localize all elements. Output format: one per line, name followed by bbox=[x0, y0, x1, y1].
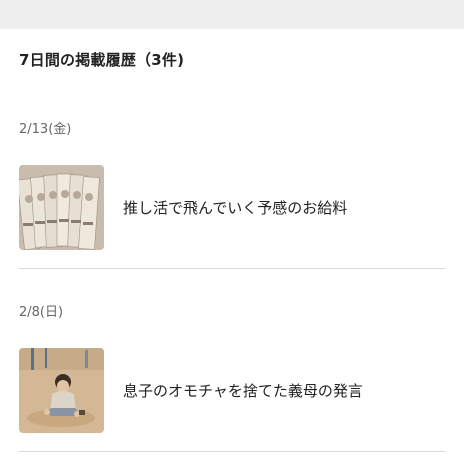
banknotes-photo-icon[interactable] bbox=[19, 165, 104, 250]
divider bbox=[19, 268, 445, 269]
list-item[interactable]: 息子のオモチャを捨てた義母の発言 bbox=[19, 348, 445, 434]
child-playing-sand-photo-icon[interactable] bbox=[19, 348, 104, 433]
entry-headline[interactable]: 息子のオモチャを捨てた義母の発言 bbox=[123, 380, 363, 401]
top-bar bbox=[0, 0, 464, 29]
entry-headline[interactable]: 推し活で飛んでいく予感のお給料 bbox=[123, 197, 347, 218]
entry-date: 2/8(日) bbox=[19, 305, 64, 320]
entry-date: 2/13(金) bbox=[19, 122, 72, 137]
divider bbox=[19, 451, 445, 452]
list-item[interactable]: 推し活で飛んでいく予感のお給料 bbox=[19, 165, 445, 251]
page-title: 7日間の掲載履歴（3件) bbox=[19, 51, 185, 69]
